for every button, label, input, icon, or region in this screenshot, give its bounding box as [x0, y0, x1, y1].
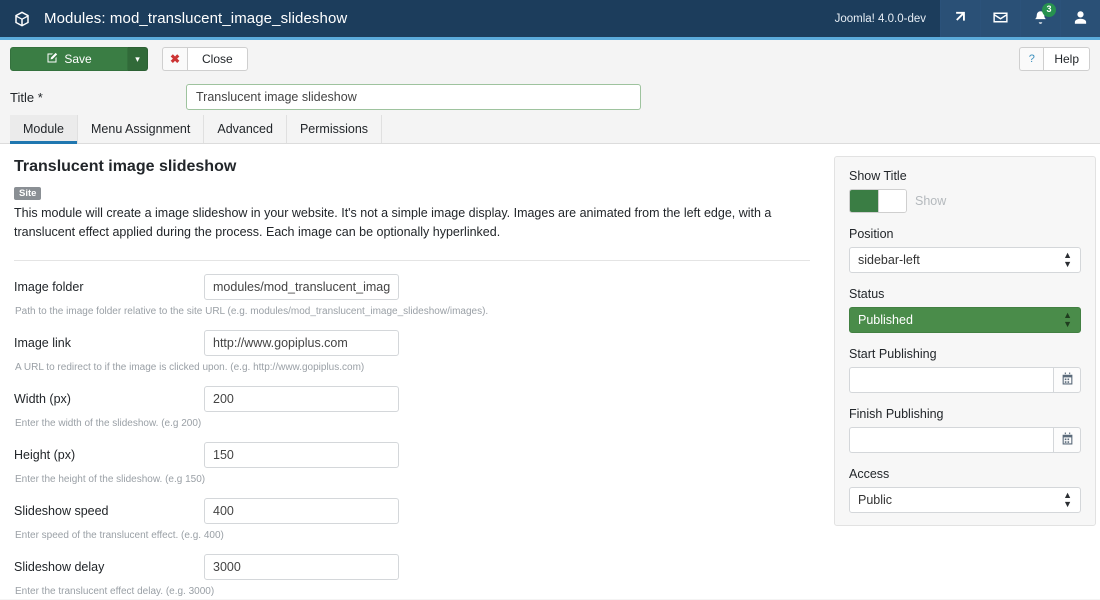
user-menu-button[interactable]	[1060, 0, 1100, 37]
finish-publishing-block: Finish Publishing	[849, 407, 1081, 453]
save-dropdown-toggle[interactable]: ▾	[128, 47, 148, 71]
status-block: Status Published ▲ ▼	[849, 287, 1081, 333]
envelope-icon	[992, 9, 1009, 29]
tab-advanced[interactable]: Advanced	[204, 115, 287, 143]
field-row-slideshow-delay: Slideshow delay	[14, 541, 810, 580]
start-publishing-calendar-button[interactable]	[1053, 367, 1081, 393]
status-select[interactable]: Published ▲ ▼	[849, 307, 1081, 333]
width-label: Width (px)	[14, 391, 71, 406]
slideshow-speed-label: Slideshow speed	[14, 503, 109, 518]
pencil-square-icon	[46, 52, 58, 67]
finish-publishing-row	[849, 427, 1081, 453]
access-select[interactable]: Public ▲ ▼	[849, 487, 1081, 513]
image-link-input[interactable]	[204, 329, 399, 356]
tab-menu-assignment[interactable]: Menu Assignment	[78, 115, 205, 143]
notifications-button[interactable]: 3	[1020, 0, 1060, 37]
joomla-cube-icon[interactable]	[12, 9, 32, 29]
title-label: Title *	[10, 89, 43, 105]
start-publishing-input[interactable]	[849, 367, 1053, 393]
close-x-icon[interactable]: ✖	[162, 47, 187, 71]
show-title-toggle-wrap: Show	[849, 189, 1081, 213]
chevron-updown-icon: ▲ ▼	[1063, 490, 1072, 509]
height-label: Height (px)	[14, 447, 76, 462]
access-block: Access Public ▲ ▼	[849, 467, 1081, 513]
chevron-updown-icon: ▲ ▼	[1063, 310, 1072, 329]
finish-publishing-calendar-button[interactable]	[1053, 427, 1081, 453]
status-label: Status	[849, 287, 885, 301]
field-row-image-link: Image link	[14, 317, 810, 356]
height-input[interactable]	[204, 441, 399, 468]
slideshow-delay-label: Slideshow delay	[14, 559, 105, 574]
calendar-icon	[1061, 432, 1074, 448]
image-folder-input[interactable]	[204, 273, 399, 300]
status-select-value: Published	[858, 313, 913, 327]
module-heading: Translucent image slideshow	[14, 158, 237, 175]
field-row-height: Height (px)	[14, 429, 810, 468]
calendar-icon	[1061, 372, 1074, 388]
image-folder-label: Image folder	[14, 279, 84, 294]
tab-module[interactable]: Module	[10, 115, 78, 144]
help-button-group: ? Help	[1019, 47, 1090, 71]
user-icon	[1073, 10, 1088, 28]
messages-button[interactable]	[980, 0, 1020, 37]
module-description: This module will create a image slidesho…	[14, 206, 772, 240]
slideshow-delay-help: Enter the translucent effect delay. (e.g…	[15, 585, 215, 597]
position-select[interactable]: sidebar-left ▲ ▼	[849, 247, 1081, 273]
tab-permissions[interactable]: Permissions	[287, 115, 383, 143]
close-button-group: ✖ Close	[162, 47, 248, 71]
image-link-label: Image link	[14, 335, 71, 350]
slideshow-speed-input[interactable]	[204, 497, 399, 524]
position-block: Position sidebar-left ▲ ▼	[849, 227, 1081, 273]
save-button-label: Save	[64, 52, 92, 66]
notification-count-badge: 3	[1042, 3, 1056, 17]
module-options-sidebar: Show Title Show Position sidebar-left ▲ ▼…	[834, 156, 1096, 526]
chevron-updown-icon: ▲ ▼	[1063, 250, 1072, 269]
main-area: Translucent image slideshow Site This mo…	[0, 144, 1100, 599]
start-publishing-block: Start Publishing	[849, 347, 1081, 393]
image-folder-help: Path to the image folder relative to the…	[15, 305, 489, 317]
position-select-value: sidebar-left	[858, 253, 920, 267]
toolbar: Save ▾ ✖ Close ? Help	[0, 40, 1100, 78]
finish-publishing-label: Finish Publishing	[849, 407, 944, 421]
help-button[interactable]: Help	[1043, 47, 1090, 71]
width-help: Enter the width of the slideshow. (e.g 2…	[15, 417, 202, 429]
show-title-toggle[interactable]	[849, 189, 907, 213]
field-row-slideshow-speed: Slideshow speed	[14, 485, 810, 524]
close-button[interactable]: Close	[187, 47, 248, 71]
preview-site-button[interactable]	[940, 0, 980, 37]
access-select-value: Public	[858, 493, 893, 507]
status-badge: Site	[14, 187, 42, 200]
slideshow-speed-help: Enter speed of the translucent effect. (…	[15, 529, 224, 541]
show-title-state-text: Show	[915, 194, 947, 208]
title-input[interactable]	[186, 84, 641, 110]
finish-publishing-input[interactable]	[849, 427, 1053, 453]
width-input[interactable]	[204, 385, 399, 412]
save-button-group: Save ▾	[10, 47, 148, 71]
question-mark-icon[interactable]: ?	[1019, 47, 1044, 71]
module-settings-panel: Translucent image slideshow Site This mo…	[0, 144, 824, 599]
page-title: Modules: mod_translucent_image_slideshow	[44, 10, 348, 27]
header-right-group: Joomla! 4.0.0-dev 3	[821, 0, 1100, 37]
header-left-group: Modules: mod_translucent_image_slideshow	[0, 0, 821, 37]
top-header-bar: Modules: mod_translucent_image_slideshow…	[0, 0, 1100, 40]
show-title-block: Show Title Show	[849, 169, 1081, 213]
image-link-help: A URL to redirect to if the image is cli…	[15, 361, 365, 373]
title-field-row: Title *	[0, 78, 1100, 116]
toggle-on-segment	[850, 190, 878, 212]
tab-bar: Module Menu Assignment Advanced Permissi…	[0, 115, 1100, 144]
save-button[interactable]: Save	[10, 47, 128, 71]
start-publishing-row	[849, 367, 1081, 393]
joomla-version-label: Joomla! 4.0.0-dev	[834, 12, 926, 25]
slideshow-delay-input[interactable]	[204, 553, 399, 580]
access-label: Access	[849, 467, 890, 481]
field-row-image-folder: Image folder	[14, 261, 810, 300]
external-link-icon	[953, 10, 968, 28]
show-title-label: Show Title	[849, 169, 907, 183]
position-label: Position	[849, 227, 894, 241]
start-publishing-label: Start Publishing	[849, 347, 937, 361]
height-help: Enter the height of the slideshow. (e.g …	[15, 473, 206, 485]
toggle-knob	[878, 190, 906, 212]
field-row-width: Width (px)	[14, 373, 810, 412]
